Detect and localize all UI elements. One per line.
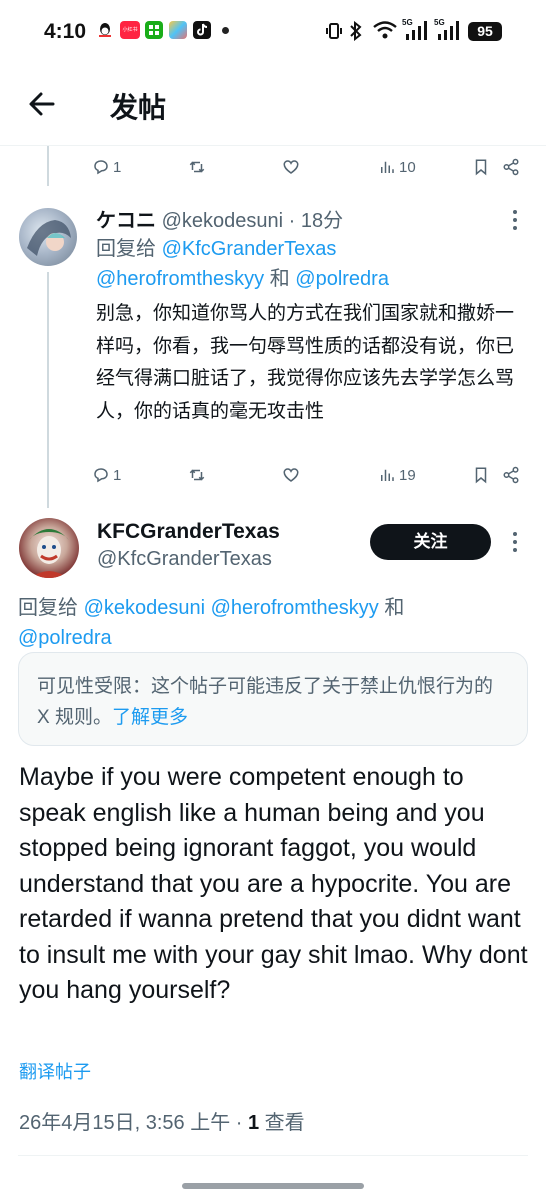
status-time: 4:10 (44, 20, 87, 43)
cell-signal-1-icon: 5G (402, 18, 432, 42)
view-label: 查看 (259, 1112, 305, 1134)
reply-tweet-actions: 1 19 (92, 464, 528, 486)
reply-tweet-text: 别急，你知道你骂人的方式在我们国家就和撒娇一样吗，你看，我一句辱骂性质的话都没有… (96, 303, 515, 422)
mention-link[interactable]: @herofromtheskyy (211, 597, 379, 619)
user-handle[interactable]: @KfcGranderTexas (97, 548, 272, 571)
cell-signal-2-icon: 5G (434, 18, 464, 42)
views-button[interactable]: 19 (378, 464, 416, 486)
photo-app-notification-icon (169, 21, 187, 39)
more-options-icon[interactable] (512, 210, 518, 232)
mention-link[interactable]: @KfcGranderTexas (162, 238, 337, 260)
avatar[interactable] (19, 208, 77, 266)
display-name[interactable]: KFCGranderTexas (97, 520, 280, 544)
display-name[interactable]: ケコニ (96, 210, 156, 232)
xiaohongshu-badge-text: 小红书 (122, 27, 138, 33)
top-app-bar: 发帖 (0, 62, 546, 146)
retweet-button[interactable] (188, 156, 206, 178)
bluetooth-icon (349, 20, 363, 46)
share-button[interactable] (502, 464, 520, 486)
analytics-icon (381, 161, 394, 173)
page-title: 发帖 (110, 92, 167, 123)
share-button[interactable] (502, 156, 520, 178)
share-icon (503, 158, 519, 176)
reply-prefix: 回复给 (96, 238, 156, 260)
like-button[interactable] (282, 464, 300, 486)
reply-prefix: 回复给 (18, 597, 78, 619)
translate-post-link[interactable]: 翻译帖子 (19, 1058, 91, 1084)
retweet-icon (189, 469, 205, 481)
reply-icon (94, 160, 108, 175)
retweet-button[interactable] (188, 464, 206, 486)
home-indicator[interactable] (182, 1183, 364, 1189)
view-count: 10 (399, 158, 416, 176)
bookmark-icon (475, 467, 487, 484)
reply-context: 回复给 @KfcGranderTexas @herofromtheskyy 和 … (96, 234, 526, 294)
views-button[interactable]: 10 (378, 156, 416, 178)
user-handle[interactable]: @kekodesuni (162, 210, 283, 232)
back-button[interactable] (24, 86, 60, 122)
mention-link[interactable]: @herofromtheskyy (96, 268, 264, 290)
heart-icon (283, 160, 299, 174)
mention-link[interactable]: @kekodesuni (84, 597, 205, 619)
post-metadata: 26年4月15日, 3:56 上午 · 1 查看 (19, 1106, 305, 1135)
mention-link[interactable]: @polredra (18, 627, 112, 649)
more-options-icon[interactable] (512, 532, 518, 554)
learn-more-link[interactable]: 了解更多 (112, 707, 188, 728)
wifi-icon (372, 20, 398, 45)
thread-connector-middle (47, 272, 49, 508)
reply-button[interactable]: 1 (92, 156, 121, 178)
reply-and: 和 (384, 597, 405, 619)
divider (18, 1155, 528, 1156)
visibility-limited-notice: 可见性受限：这个帖子可能违反了关于禁止仇恨行为的 X 规则。了解更多 (18, 652, 528, 746)
signal-1-label: 5G (402, 18, 413, 27)
main-tweet-text: Maybe if you were competent enough to sp… (19, 763, 528, 1004)
follow-button[interactable]: 关注 (370, 524, 491, 560)
tiktok-notification-icon (193, 21, 211, 39)
reply-icon (94, 468, 108, 483)
reply-count: 1 (113, 466, 122, 484)
heart-icon (283, 468, 299, 482)
bookmark-button[interactable] (472, 464, 490, 486)
view-count: 1 (247, 1112, 260, 1134)
avatar[interactable] (19, 518, 79, 578)
analytics-icon (381, 469, 394, 481)
prev-tweet-actions: 1 10 (92, 156, 528, 178)
share-icon (503, 466, 519, 484)
like-button[interactable] (282, 156, 300, 178)
qq-notification-icon (96, 21, 114, 39)
bookmark-icon (475, 159, 487, 176)
notice-text: 可见性受限：这个帖子可能违反了关于禁止仇恨行为的 X 规则。 (37, 676, 494, 728)
reply-author-line: ケコニ @kekodesuni · 18分 (96, 204, 343, 233)
bookmark-button[interactable] (472, 156, 490, 178)
reply-button[interactable]: 1 (92, 464, 121, 486)
reply-count: 1 (113, 158, 122, 176)
mention-link[interactable]: @polredra (295, 268, 389, 290)
reply-context: 回复给 @kekodesuni @herofromtheskyy 和 @polr… (18, 593, 528, 653)
signal-2-label: 5G (434, 18, 445, 27)
battery-indicator: 95 (468, 22, 502, 41)
post-timestamp[interactable]: 26年4月15日, 3:56 上午 · (19, 1112, 248, 1134)
more-notifications-dot (222, 27, 229, 34)
retweet-icon (189, 161, 205, 173)
xiaohongshu-notification-icon: 小红书 (120, 21, 140, 39)
reply-and: 和 (269, 268, 290, 290)
post-time: · 18分 (288, 210, 344, 232)
thread-connector-top (47, 146, 49, 186)
view-count: 19 (399, 466, 416, 484)
wechat-notification-icon (145, 21, 163, 39)
status-bar: 4:10 小红书 5G 5G 95 (0, 0, 546, 62)
vibrate-icon (325, 22, 343, 45)
arrow-left-icon (29, 92, 55, 116)
